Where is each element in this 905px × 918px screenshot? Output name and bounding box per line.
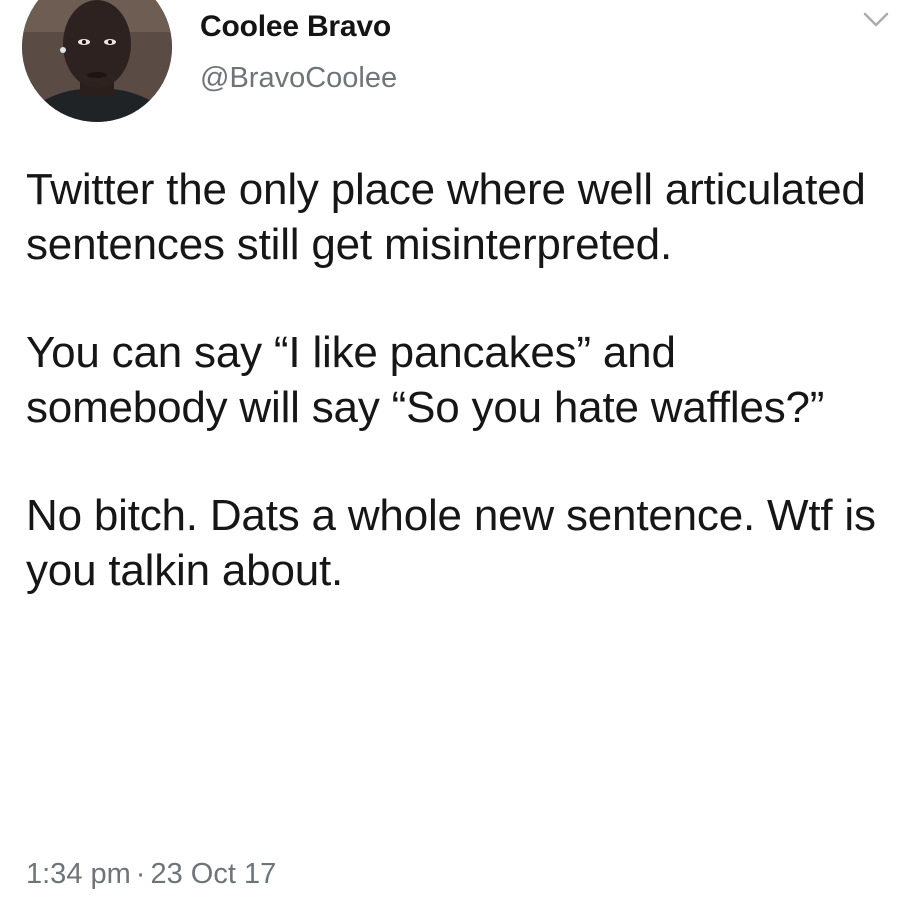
tweet-paragraph: Twitter the only place where well articu…	[26, 165, 866, 269]
tweet-paragraph: No bitch. Dats a whole new sentence. Wtf…	[26, 491, 876, 595]
avatar-image	[22, 0, 172, 122]
chevron-down-icon[interactable]	[862, 10, 890, 30]
author-handle[interactable]: @BravoCoolee	[200, 62, 397, 95]
tweet-time: 1:34 pm	[26, 858, 131, 890]
tweet-date: 23 Oct 17	[150, 858, 277, 890]
profile-avatar[interactable]	[22, 0, 172, 122]
tweet-text: Twitter the only place where well articu…	[26, 163, 886, 598]
tweet-paragraph: You can say “I like pancakes” and somebo…	[26, 328, 825, 432]
author-name[interactable]: Coolee Bravo	[200, 10, 391, 44]
tweet-timestamp[interactable]: 1:34 pm · 23 Oct 17	[26, 858, 276, 891]
tweet-card: Coolee Bravo @BravoCoolee Twitter the on…	[0, 0, 905, 918]
meta-separator: ·	[135, 858, 146, 890]
